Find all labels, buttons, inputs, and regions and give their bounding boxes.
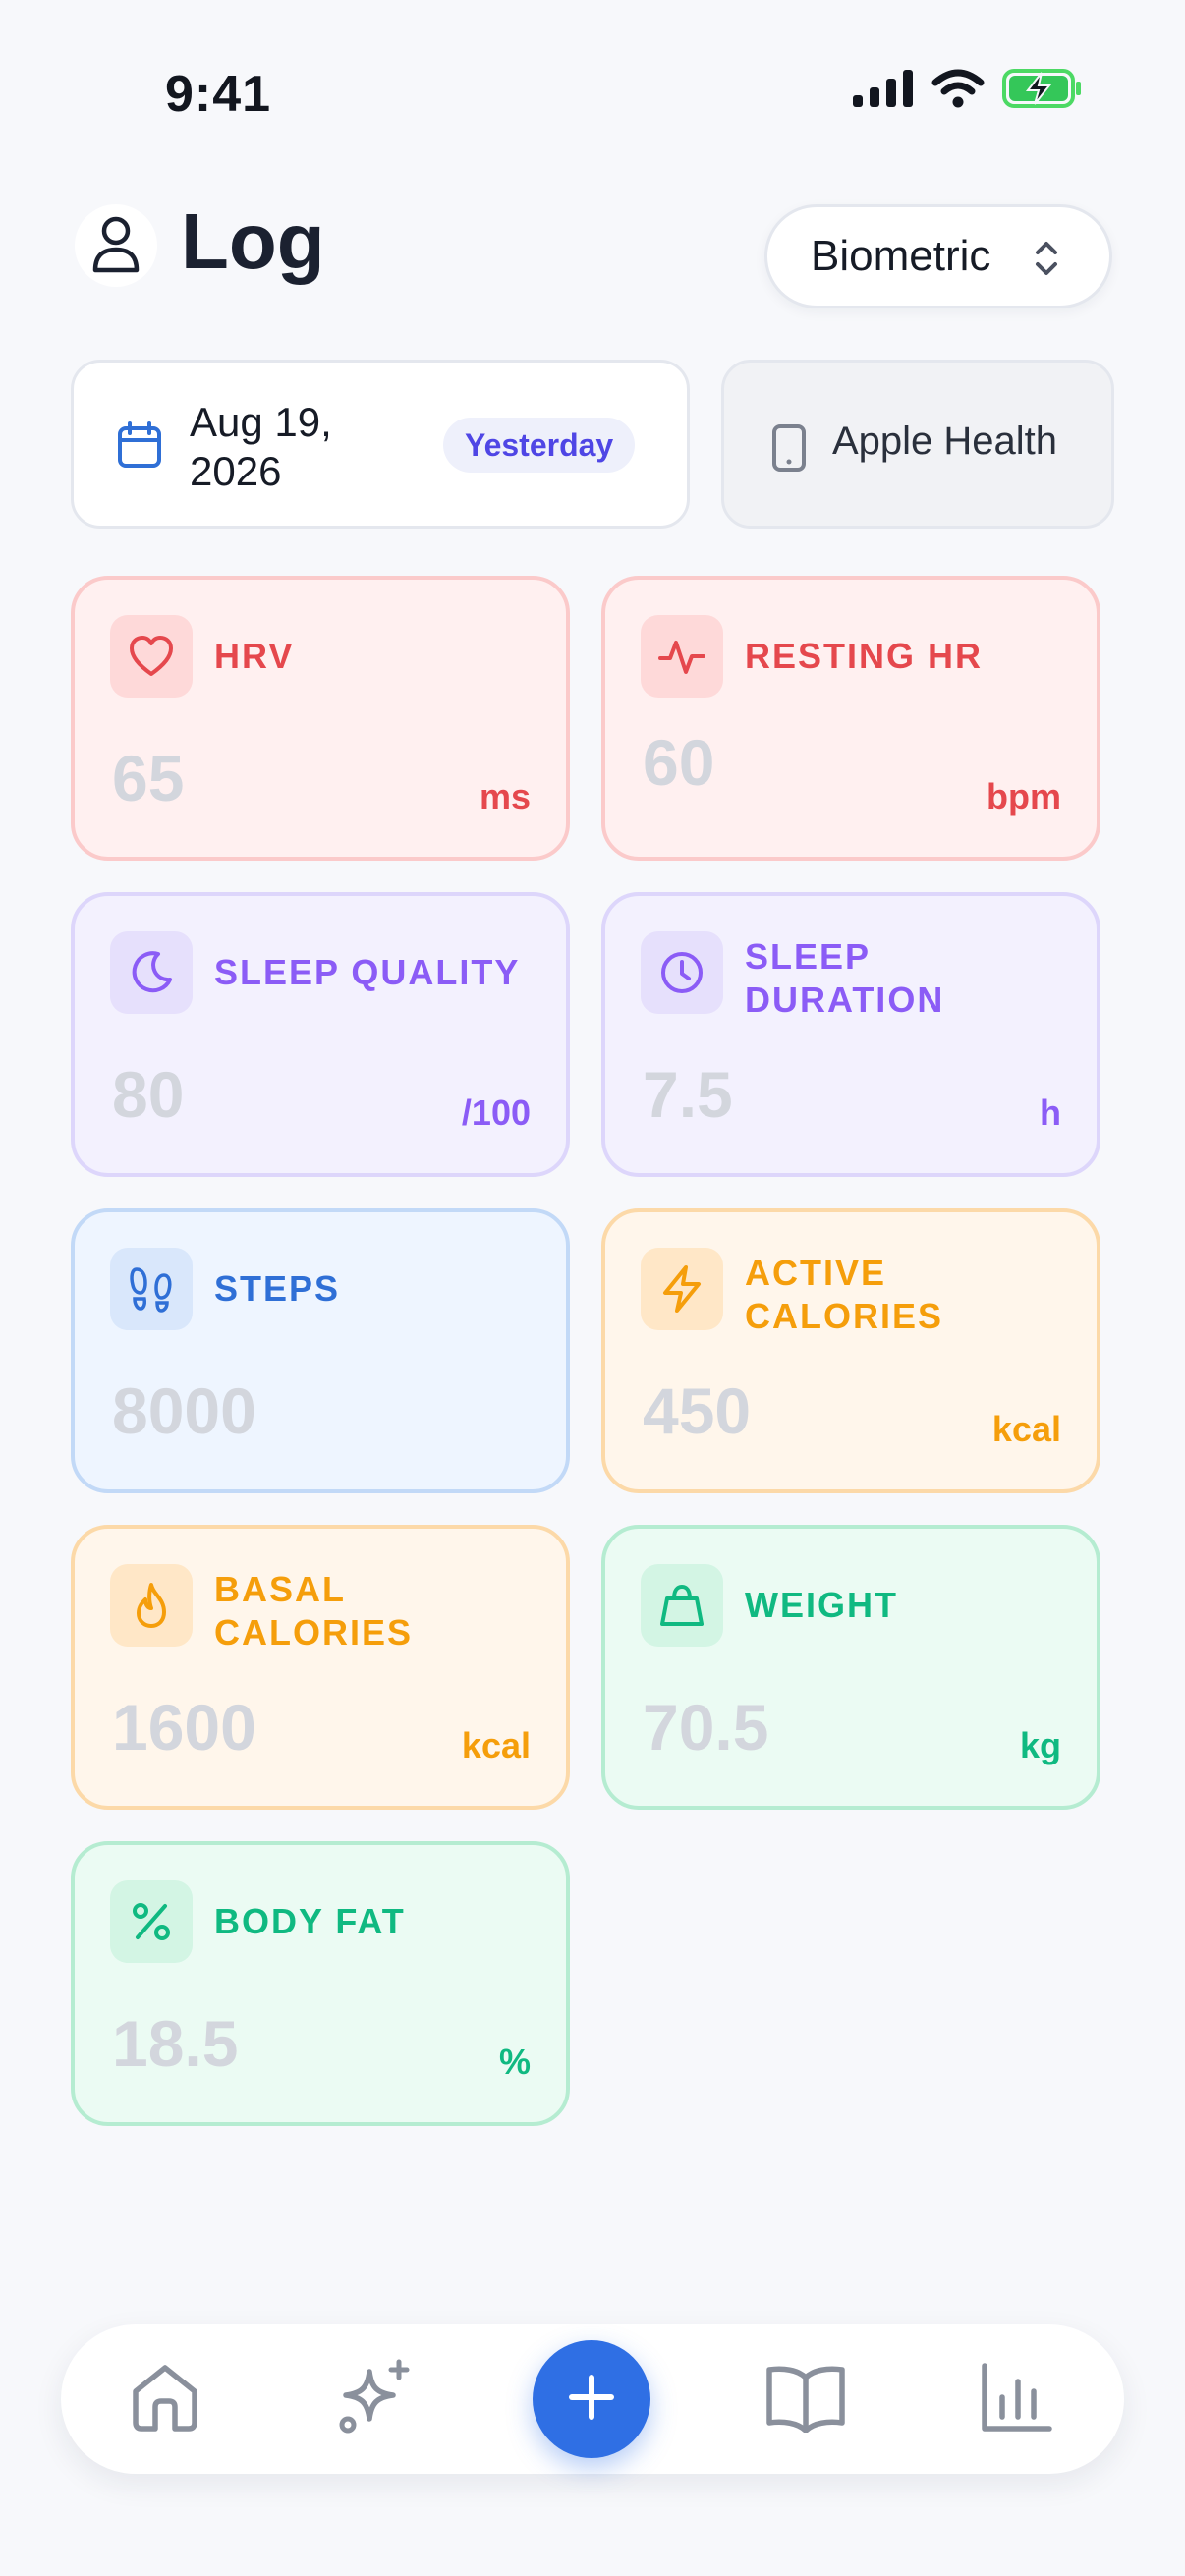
metric-unit: ms xyxy=(479,776,531,816)
status-bar: 9:41 xyxy=(0,0,1185,147)
phone-icon xyxy=(771,423,807,477)
relative-date-badge: Yesterday xyxy=(443,418,636,473)
metric-value-input[interactable]: 1600 xyxy=(112,1690,256,1764)
book-icon xyxy=(765,2362,846,2437)
metric-value-input[interactable]: 70.5 xyxy=(643,1690,768,1764)
nav-journal-button[interactable] xyxy=(766,2360,845,2438)
metric-label: BASAL CALORIES xyxy=(214,1569,414,1652)
metric-card-body-fat[interactable]: BODY FAT 18.5 % xyxy=(71,1841,570,2126)
add-log-button[interactable] xyxy=(533,2340,650,2458)
percent-icon xyxy=(110,1880,193,1963)
metric-card-resting-hr[interactable]: RESTING HR 60 bpm xyxy=(601,576,1100,861)
metric-value-input[interactable]: 65 xyxy=(112,741,184,815)
metric-value-input[interactable]: 80 xyxy=(112,1057,184,1132)
footprints-icon xyxy=(110,1248,193,1330)
data-source-button[interactable]: Apple Health xyxy=(721,360,1114,529)
metric-unit: h xyxy=(1040,1092,1061,1133)
pulse-icon xyxy=(641,615,723,698)
chart-icon xyxy=(979,2360,1053,2439)
flame-icon xyxy=(110,1564,193,1647)
metric-unit: kg xyxy=(1019,1725,1061,1765)
metric-card-weight[interactable]: WEIGHT 70.5 kg xyxy=(601,1525,1100,1810)
calendar-icon xyxy=(117,421,162,474)
metric-card-hrv[interactable]: HRV 65 ms xyxy=(71,576,570,861)
metric-card-sleep-duration[interactable]: SLEEP DURATION 7.5 h xyxy=(601,892,1100,1177)
clock-icon xyxy=(641,931,723,1014)
bolt-icon xyxy=(641,1248,723,1330)
home-icon xyxy=(128,2360,202,2439)
heart-icon xyxy=(110,615,193,698)
wifi-icon xyxy=(931,69,985,113)
metric-value-input[interactable]: 450 xyxy=(643,1373,751,1448)
metric-label: WEIGHT xyxy=(745,1585,898,1625)
plus-icon xyxy=(568,2374,615,2426)
profile-avatar-button[interactable] xyxy=(75,204,157,287)
user-icon xyxy=(90,214,141,278)
metric-card-basal-calories[interactable]: BASAL CALORIES 1600 kcal xyxy=(71,1525,570,1810)
weight-icon xyxy=(641,1564,723,1647)
metric-unit: /100 xyxy=(461,1092,531,1133)
metric-label: RESTING HR xyxy=(745,636,984,676)
cellular-signal-icon xyxy=(853,70,914,112)
metric-label: ACTIVE CALORIES xyxy=(745,1253,944,1336)
sparkles-icon xyxy=(336,2358,415,2441)
metric-label: HRV xyxy=(214,636,295,676)
metric-card-sleep-quality[interactable]: SLEEP QUALITY 80 /100 xyxy=(71,892,570,1177)
metric-value-input[interactable]: 7.5 xyxy=(643,1057,733,1132)
metric-label: SLEEP DURATION xyxy=(745,936,945,1020)
selected-date: Aug 19, 2026 xyxy=(190,399,332,494)
metric-unit: kcal xyxy=(991,1409,1061,1449)
date-selector[interactable]: Aug 19, 2026 Yesterday xyxy=(71,360,690,529)
metric-label: SLEEP QUALITY xyxy=(214,952,521,992)
page-title: Log xyxy=(181,197,325,285)
metric-label: STEPS xyxy=(214,1268,341,1309)
moon-icon xyxy=(110,931,193,1014)
metric-card-active-calories[interactable]: ACTIVE CALORIES 450 kcal xyxy=(601,1208,1100,1493)
log-type-value: Biometric xyxy=(811,232,991,280)
metric-value-input[interactable]: 60 xyxy=(643,725,714,800)
data-source-label: Apple Health xyxy=(832,420,1058,463)
metric-label: BODY FAT xyxy=(214,1901,406,1941)
status-time: 9:41 xyxy=(165,66,272,123)
nav-ai-button[interactable] xyxy=(336,2358,415,2441)
metric-value-input[interactable]: 8000 xyxy=(112,1373,256,1448)
chevron-up-down-icon xyxy=(1033,237,1060,291)
battery-charging-icon xyxy=(1002,69,1083,113)
metric-card-steps[interactable]: STEPS 8000 xyxy=(71,1208,570,1493)
metric-unit: bpm xyxy=(987,776,1061,816)
nav-home-button[interactable] xyxy=(126,2360,204,2438)
metric-unit: kcal xyxy=(461,1725,531,1765)
nav-stats-button[interactable] xyxy=(977,2360,1055,2438)
log-type-select[interactable]: Biometric xyxy=(764,204,1112,308)
status-icons xyxy=(853,69,1083,113)
metric-unit: % xyxy=(498,2042,531,2082)
metric-value-input[interactable]: 18.5 xyxy=(112,2006,238,2081)
bottom-nav-bar xyxy=(61,2324,1124,2474)
